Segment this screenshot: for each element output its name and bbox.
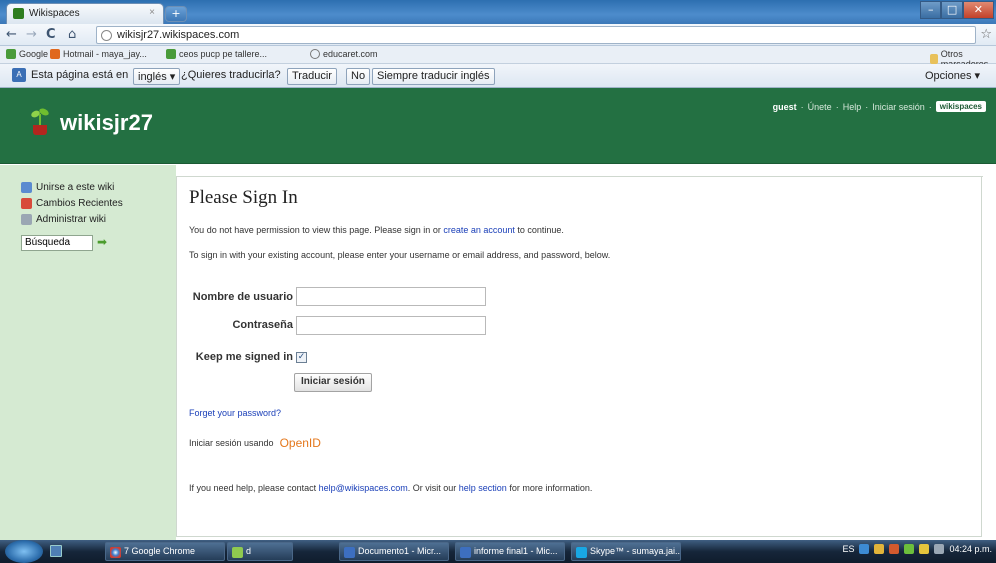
sidebar-item-join[interactable]: Unirse a este wiki bbox=[21, 182, 114, 193]
reload-icon[interactable]: C bbox=[46, 27, 56, 43]
close-window-button[interactable]: ✕ bbox=[962, 1, 994, 19]
browser-toolbar: ← → C ⌂ wikisjr27.wikispaces.com ☆ bbox=[0, 24, 996, 46]
tray-app2-icon[interactable] bbox=[904, 544, 915, 554]
start-button[interactable] bbox=[5, 540, 43, 563]
window-controls: – □ ✕ bbox=[920, 1, 994, 19]
taskbar-skype[interactable]: Skype™ - sumaya.jai... bbox=[571, 542, 681, 561]
wikispaces-favicon-icon bbox=[13, 8, 24, 19]
url-text: wikisjr27.wikispaces.com bbox=[117, 29, 240, 41]
user-links: guest · Únete · Help · Iniciar sesión · … bbox=[773, 101, 986, 112]
signin-panel: Please Sign In You do not have permissio… bbox=[176, 176, 983, 537]
openid-prefix: Iniciar sesión usando bbox=[189, 438, 274, 448]
bookmark-ceos[interactable]: ceos pucp pe tallere... bbox=[166, 49, 267, 59]
ceos-favicon-icon bbox=[166, 49, 176, 59]
calendar-icon bbox=[21, 198, 32, 209]
bookmark-hotmail[interactable]: Hotmail - maya_jay... bbox=[50, 49, 147, 59]
tray-app-icon[interactable] bbox=[889, 544, 900, 554]
system-tray: ES 04:24 p.m. bbox=[842, 544, 992, 554]
clock[interactable]: 04:24 p.m. bbox=[949, 544, 992, 554]
password-input[interactable] bbox=[296, 316, 486, 335]
wiki-title[interactable]: wikisjr27 bbox=[60, 110, 153, 136]
keep-signed-in-checkbox[interactable]: ✓ bbox=[296, 352, 307, 363]
address-bar[interactable]: wikisjr27.wikispaces.com bbox=[96, 26, 976, 44]
signin-button[interactable]: Iniciar sesión bbox=[294, 373, 372, 392]
windows-taskbar: 7 Google Chrome d Documento1 - Micr... i… bbox=[0, 540, 996, 563]
openid-row: Iniciar sesión usando OpenID bbox=[189, 436, 321, 450]
taskbar-folder[interactable]: d bbox=[227, 542, 293, 561]
network-tray-icon[interactable] bbox=[874, 544, 885, 554]
sidebar-item-manage[interactable]: Administrar wiki bbox=[21, 214, 106, 225]
help-email-link[interactable]: help@wikispaces.com bbox=[319, 483, 408, 493]
skype-icon bbox=[576, 547, 587, 558]
maximize-button[interactable]: □ bbox=[941, 1, 963, 19]
no-translate-button[interactable]: No bbox=[346, 68, 371, 85]
web-page: wikisjr27 guest · Únete · Help · Iniciar… bbox=[0, 88, 996, 540]
page-title: Please Sign In bbox=[189, 187, 298, 208]
google-favicon-icon bbox=[6, 49, 16, 59]
translate-prefix: Esta página está en bbox=[31, 69, 129, 81]
forgot-password-link[interactable]: Forget your password? bbox=[189, 408, 281, 418]
page-info-icon bbox=[101, 30, 112, 41]
sidebar-search-input[interactable]: Búsqueda bbox=[21, 235, 93, 251]
help-section-link[interactable]: help section bbox=[459, 483, 507, 493]
bookmarks-bar: Google Hotmail - maya_jay... ceos pucp p… bbox=[0, 46, 996, 69]
chrome-icon bbox=[110, 547, 121, 558]
word-icon bbox=[460, 547, 471, 558]
username-input[interactable] bbox=[296, 287, 486, 306]
tab-title: Wikispaces bbox=[29, 8, 80, 19]
forward-arrow-icon[interactable]: → bbox=[26, 27, 37, 43]
username-label: Nombre de usuario bbox=[192, 291, 293, 303]
folder-icon bbox=[930, 54, 938, 64]
taskbar-word-doc1[interactable]: Documento1 - Micr... bbox=[339, 542, 449, 561]
minimize-button[interactable]: – bbox=[920, 1, 942, 19]
wiki-header: wikisjr27 guest · Únete · Help · Iniciar… bbox=[0, 88, 996, 164]
source-language-select[interactable]: inglés ▾ bbox=[133, 68, 181, 85]
always-translate-button[interactable]: Siempre traducir inglés bbox=[372, 68, 495, 85]
openid-logo[interactable]: OpenID bbox=[280, 436, 321, 450]
search-go-arrow-icon[interactable]: ➡ bbox=[97, 235, 107, 249]
language-indicator[interactable]: ES bbox=[842, 544, 854, 554]
guest-label: guest bbox=[772, 101, 797, 112]
hotmail-favicon-icon bbox=[50, 49, 60, 59]
sidebar: Unirse a este wiki Cambios Recientes Adm… bbox=[0, 165, 176, 540]
join-link[interactable]: Únete bbox=[808, 102, 832, 112]
help-tray-icon[interactable] bbox=[859, 544, 870, 554]
sidebar-item-recent-changes[interactable]: Cambios Recientes bbox=[21, 198, 123, 209]
volume-icon[interactable] bbox=[934, 544, 945, 554]
new-tab-button[interactable]: + bbox=[165, 6, 187, 22]
wikispaces-logo[interactable]: wikispaces bbox=[935, 101, 986, 112]
signin-link[interactable]: Iniciar sesión bbox=[872, 102, 925, 112]
taskbar-word-informe[interactable]: informe final1 - Mic... bbox=[455, 542, 565, 561]
translate-button[interactable]: Traducir bbox=[287, 68, 337, 85]
wiki-plant-logo-icon bbox=[30, 107, 50, 135]
tray-app3-icon[interactable] bbox=[919, 544, 930, 554]
word-icon bbox=[344, 547, 355, 558]
tab-close-icon[interactable]: × bbox=[149, 7, 155, 18]
keep-signed-in-label: Keep me signed in bbox=[195, 351, 293, 363]
translate-question: ¿Quieres traducirla? bbox=[181, 69, 281, 81]
password-label: Contraseña bbox=[232, 319, 293, 331]
translate-infobar: A Esta página está en inglés ▾ ¿Quieres … bbox=[0, 64, 996, 88]
create-account-link[interactable]: create an account bbox=[443, 225, 515, 235]
back-arrow-icon[interactable]: ← bbox=[6, 27, 17, 43]
user-icon bbox=[21, 182, 32, 193]
show-desktop-icon[interactable] bbox=[50, 545, 62, 557]
bookmark-google[interactable]: Google bbox=[6, 49, 48, 59]
signin-instructions: To sign in with your existing account, p… bbox=[189, 250, 611, 260]
home-icon[interactable]: ⌂ bbox=[68, 27, 76, 43]
browser-tab[interactable]: Wikispaces × bbox=[6, 3, 164, 24]
tools-icon bbox=[21, 214, 32, 225]
bookmark-educaret[interactable]: educaret.com bbox=[310, 49, 378, 59]
permission-message: You do not have permission to view this … bbox=[189, 225, 564, 235]
taskbar-chrome[interactable]: 7 Google Chrome bbox=[105, 542, 225, 561]
bookmark-star-icon[interactable]: ☆ bbox=[980, 27, 992, 42]
translate-options[interactable]: Opciones ▾ bbox=[925, 69, 980, 82]
help-link[interactable]: Help bbox=[843, 102, 862, 112]
translate-icon: A bbox=[12, 68, 26, 82]
window-titlebar: Wikispaces × + – □ ✕ bbox=[0, 0, 996, 24]
help-message: If you need help, please contact help@wi… bbox=[189, 483, 593, 493]
educaret-favicon-icon bbox=[310, 49, 320, 59]
folder-icon bbox=[232, 547, 243, 558]
